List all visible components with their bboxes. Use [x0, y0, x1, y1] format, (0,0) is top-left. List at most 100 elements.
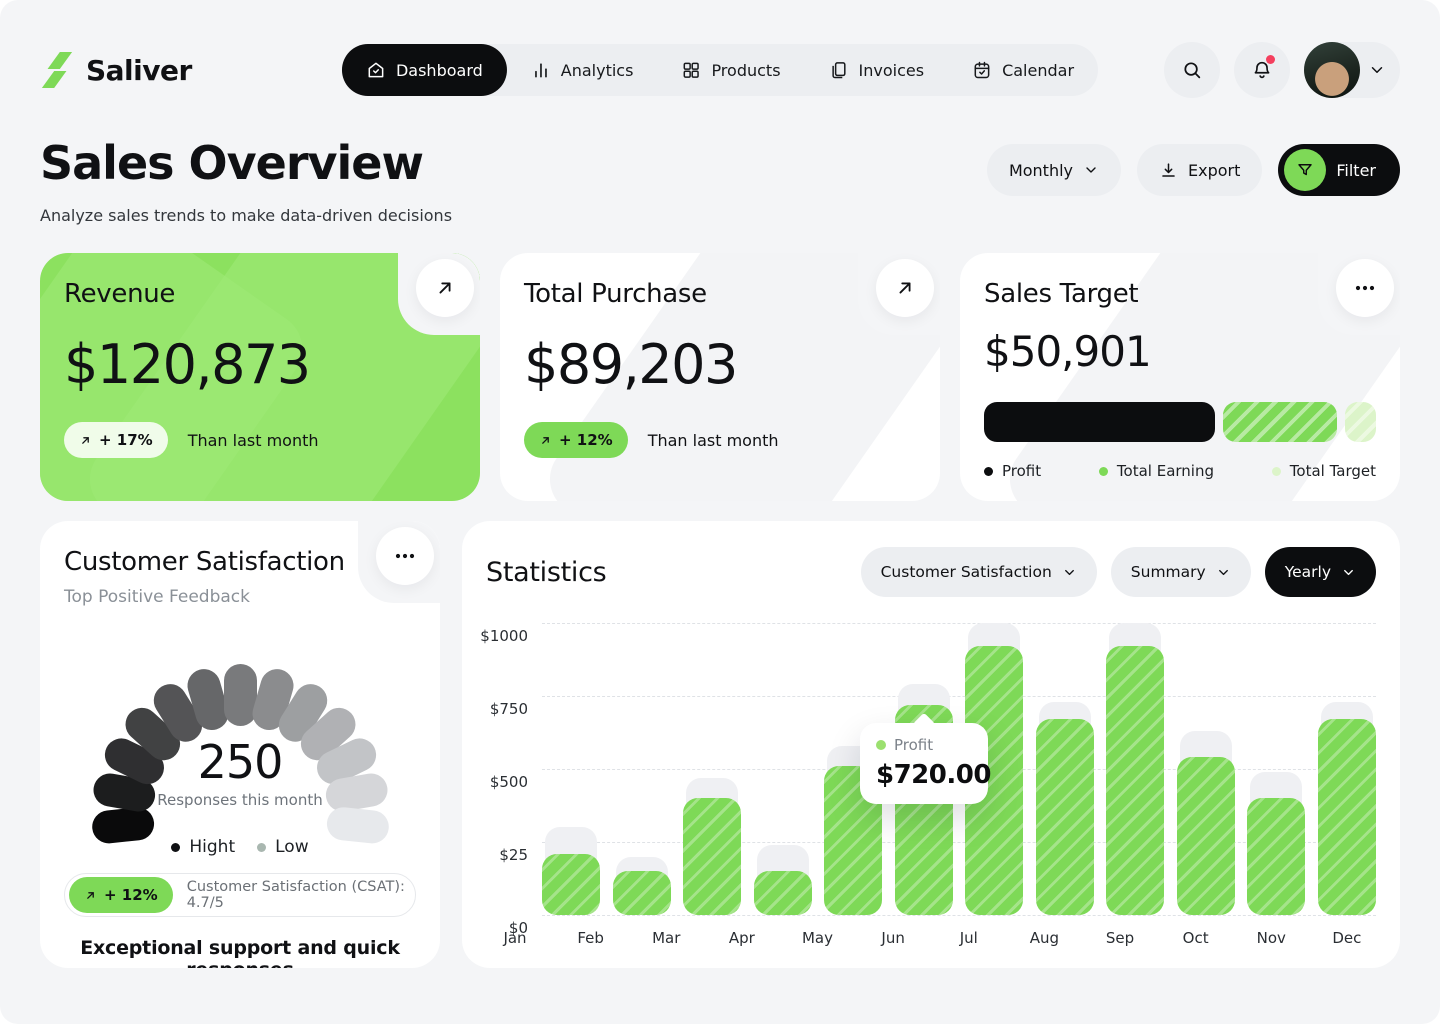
total-purchase-card: Total Purchase $89,203 + 12% Than last m… — [500, 253, 940, 501]
nav-item-analytics[interactable]: Analytics — [507, 44, 658, 96]
statistics-chart: $1000$750$500$25$0 Profit $720.00 — [486, 623, 1376, 915]
total-purchase-expand-button[interactable] — [876, 259, 934, 317]
saliver-logo-icon — [40, 51, 74, 89]
export-button[interactable]: Export — [1137, 144, 1262, 196]
bar-profit-nov[interactable] — [1247, 798, 1305, 915]
customer-satisfaction-menu-button[interactable] — [376, 527, 434, 585]
page-header: Sales Overview Analyze sales trends to m… — [40, 136, 1400, 225]
tooltip-series-label: Profit — [894, 736, 933, 754]
bar-profit-apr[interactable] — [754, 871, 812, 915]
csat-delta-value: + 12% — [104, 886, 158, 904]
sales-target-card: Sales Target $50,901 ProfitTotal Earning… — [960, 253, 1400, 501]
filter-select-customer-satisfaction[interactable]: Customer Satisfaction — [861, 547, 1097, 597]
legend-label: Total Earning — [1117, 462, 1214, 480]
customer-satisfaction-card: Customer Satisfaction Top Positive Feedb… — [40, 521, 440, 968]
nav-item-label: Invoices — [859, 61, 925, 80]
bar-profit-oct[interactable] — [1177, 757, 1235, 915]
legend-label: Total Target — [1290, 462, 1376, 480]
funnel-icon — [1296, 161, 1314, 179]
bar-column-jan — [542, 623, 600, 915]
bar-column-apr — [754, 623, 812, 915]
progress-segment-total-earning — [1223, 402, 1337, 442]
notification-badge-dot — [1266, 55, 1275, 64]
avatar — [1304, 42, 1360, 98]
revenue-expand-button[interactable] — [416, 259, 474, 317]
brand-logo[interactable]: Saliver — [40, 51, 192, 89]
y-axis-tick: $750 — [490, 700, 528, 718]
sales-target-value: $50,901 — [984, 327, 1376, 376]
bar-column-aug — [1036, 623, 1094, 915]
total-purchase-value: $89,203 — [524, 333, 916, 396]
card-notch — [1318, 253, 1400, 335]
filter-icon-circle — [1284, 149, 1326, 191]
revenue-card: Revenue $120,873 + 17% Than last month — [40, 253, 480, 501]
bar-profit-aug[interactable] — [1036, 719, 1094, 915]
filter-button[interactable]: Filter — [1278, 144, 1400, 196]
statistics-title: Statistics — [486, 557, 606, 588]
page-title: Sales Overview — [40, 136, 452, 190]
home-icon — [366, 60, 386, 80]
sales-target-menu-button[interactable] — [1336, 259, 1394, 317]
card-notch — [858, 253, 940, 335]
filter-select-summary[interactable]: Summary — [1111, 547, 1251, 597]
x-axis-label-dec: Dec — [1318, 929, 1376, 947]
search-icon — [1181, 59, 1203, 81]
csat-delta-badge: + 12% — [69, 877, 173, 913]
chevron-down-icon — [1216, 565, 1231, 580]
x-axis-label-oct: Oct — [1167, 929, 1225, 947]
statistics-card: Statistics Customer Satisfaction Summary Y… — [462, 521, 1400, 968]
export-button-label: Export — [1188, 161, 1240, 180]
bottom-row: Customer Satisfaction Top Positive Feedb… — [40, 521, 1400, 968]
gauge-legend-item: Low — [257, 837, 308, 857]
x-axis-label-apr: Apr — [713, 929, 771, 947]
search-button[interactable] — [1164, 42, 1220, 98]
y-axis-tick: $25 — [499, 846, 528, 864]
revenue-delta-note: Than last month — [188, 431, 319, 450]
chevron-down-icon — [1062, 565, 1077, 580]
bar-column-feb — [613, 623, 671, 915]
period-select[interactable]: Monthly — [987, 144, 1121, 196]
x-axis-label-feb: Feb — [562, 929, 620, 947]
filter-select-label: Customer Satisfaction — [881, 563, 1052, 581]
chart-y-axis: $1000$750$500$25$0 — [486, 623, 542, 915]
filter-select-yearly[interactable]: Yearly — [1265, 547, 1376, 597]
total-purchase-delta-note: Than last month — [648, 431, 779, 450]
nav-item-invoices[interactable]: Invoices — [805, 44, 949, 96]
sales-target-legend: Profit Total Earning Total Target — [984, 462, 1376, 480]
bar-profit-dec[interactable] — [1318, 719, 1376, 915]
x-axis-label-sep: Sep — [1091, 929, 1149, 947]
bar-profit-feb[interactable] — [613, 871, 671, 915]
progress-segment-total-target — [1345, 402, 1376, 442]
satisfaction-gauge: 250 Responses this month — [64, 617, 416, 833]
invoices-icon — [829, 60, 849, 80]
bar-profit-sep[interactable] — [1106, 646, 1164, 915]
bar-column-oct — [1177, 623, 1235, 915]
progress-segment-profit — [984, 402, 1215, 442]
revenue-delta-value: + 17% — [99, 431, 153, 449]
gauge-legend-item: Hight — [171, 837, 235, 857]
notifications-button[interactable] — [1234, 42, 1290, 98]
csat-footnote: Exceptional support and quick responses — [64, 937, 416, 968]
filter-select-label: Summary — [1131, 563, 1206, 581]
nav-item-calendar[interactable]: Calendar — [948, 44, 1098, 96]
nav-item-dashboard[interactable]: Dashboard — [342, 44, 507, 96]
bar-profit-mar[interactable] — [683, 798, 741, 915]
legend-label: Profit — [1002, 462, 1041, 480]
legend-dot — [257, 843, 266, 852]
filter-select-label: Yearly — [1285, 563, 1331, 581]
chevron-down-icon — [1083, 162, 1099, 178]
nav-item-products[interactable]: Products — [657, 44, 804, 96]
x-axis-label-nov: Nov — [1242, 929, 1300, 947]
more-dots-icon — [393, 544, 417, 568]
chart-month-labels: JanFebMarAprMayJunJulAugSepOctNovDec — [486, 929, 1376, 947]
x-axis-label-jun: Jun — [864, 929, 922, 947]
user-menu[interactable] — [1304, 42, 1400, 98]
legend-dot — [1099, 467, 1108, 476]
download-icon — [1159, 161, 1178, 180]
arrow-up-right-icon — [84, 889, 97, 902]
bar-profit-jan[interactable] — [542, 854, 600, 915]
arrow-up-right-icon — [79, 434, 92, 447]
legend-dot — [984, 467, 993, 476]
card-notch — [398, 253, 480, 335]
period-select-label: Monthly — [1009, 161, 1073, 180]
